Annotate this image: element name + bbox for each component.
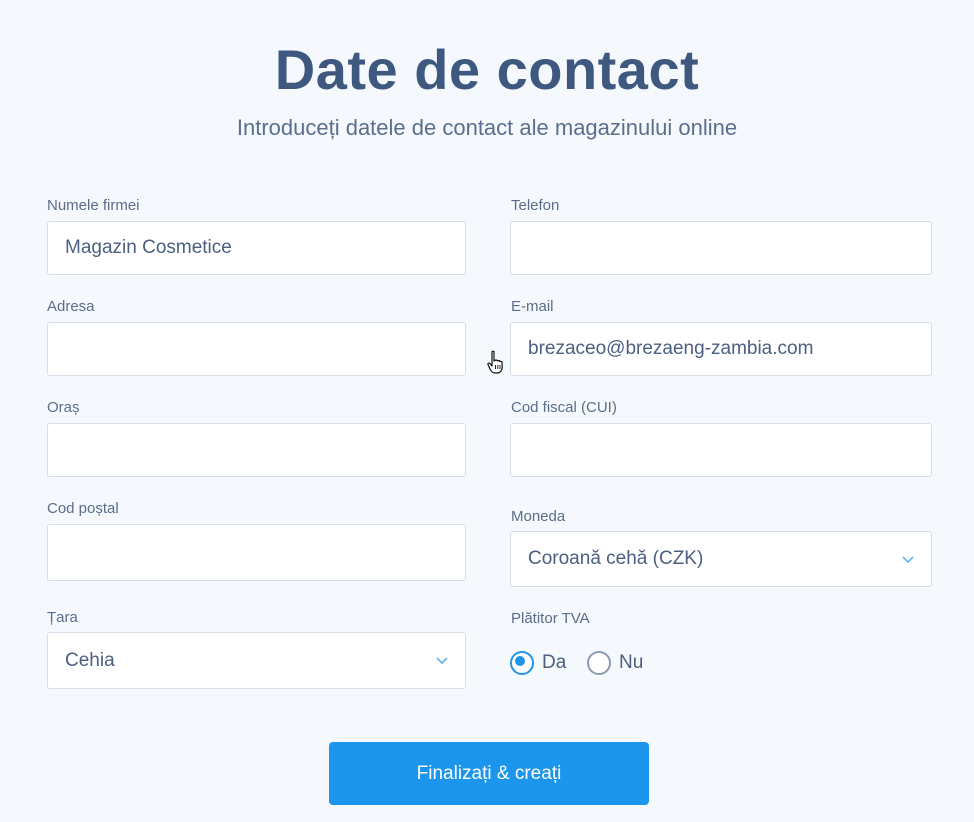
city-label: Oraș — [47, 399, 80, 416]
company-field[interactable]: Magazin Cosmetice — [47, 221, 466, 275]
address-field[interactable] — [47, 322, 466, 376]
chevron-down-icon — [436, 657, 448, 665]
finalize-create-button[interactable]: Finalizați & creați — [329, 742, 649, 805]
currency-select[interactable]: Coroană cehă (CZK) — [510, 531, 932, 587]
vat-payer-yes-option[interactable]: Da — [510, 651, 566, 675]
tax-code-label: Cod fiscal (CUI) — [511, 399, 617, 416]
country-select-value: Cehia — [65, 650, 115, 671]
vat-payer-yes-radio[interactable] — [510, 651, 534, 675]
postal-code-label: Cod poștal — [47, 500, 119, 517]
vat-payer-no-label: Nu — [619, 652, 644, 673]
vat-payer-yes-label: Da — [542, 652, 567, 673]
chevron-down-icon — [902, 556, 914, 564]
company-label: Numele firmei — [47, 197, 140, 214]
hand-pointer-icon — [487, 350, 503, 374]
vat-payer-no-radio[interactable] — [587, 651, 611, 675]
country-select[interactable]: Cehia — [47, 632, 466, 689]
address-label: Adresa — [47, 298, 95, 315]
phone-label: Telefon — [511, 197, 560, 214]
country-label: Țara — [47, 609, 78, 626]
email-label: E-mail — [511, 298, 554, 315]
page-subtitle: Introduceți datele de contact ale magazi… — [236, 115, 738, 140]
vat-payer-label: Plătitor TVA — [511, 610, 590, 627]
page-title: Date de contact — [274, 38, 700, 101]
email-field[interactable]: brezaceo@brezaeng-zambia.com — [510, 322, 932, 376]
phone-field[interactable] — [510, 221, 932, 275]
tax-code-field[interactable] — [510, 423, 932, 477]
vat-payer-no-option[interactable]: Nu — [587, 651, 643, 675]
currency-label: Moneda — [511, 508, 566, 525]
currency-select-value: Coroană cehă (CZK) — [528, 548, 704, 569]
city-field[interactable] — [47, 423, 466, 477]
postal-code-field[interactable] — [47, 524, 466, 581]
